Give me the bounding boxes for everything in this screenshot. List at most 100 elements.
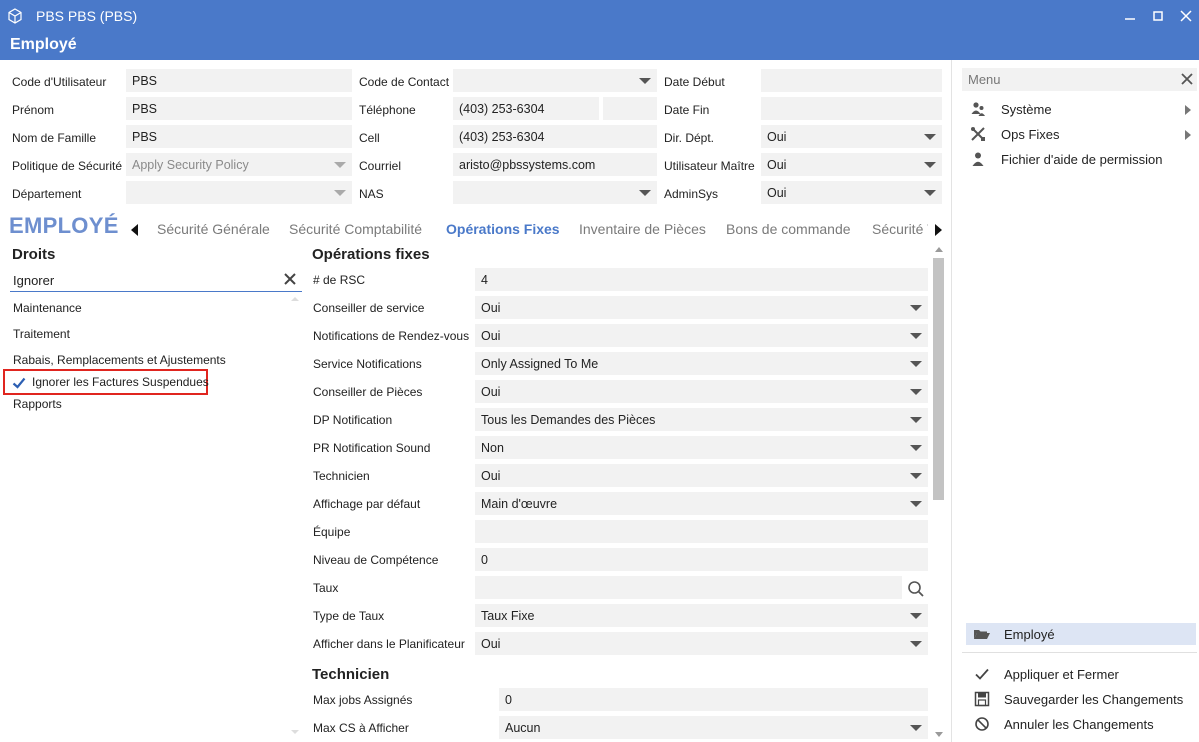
- rights-item-ignore-suspended[interactable]: Ignorer les Factures Suspendues: [3, 369, 209, 395]
- max-jobs-field[interactable]: 0: [499, 688, 928, 711]
- tab-scroll-right-icon[interactable]: [935, 224, 942, 236]
- menu-item-permission-help[interactable]: Fichier d'aide de permission: [968, 149, 1194, 171]
- phone-extension-field[interactable]: [603, 97, 657, 120]
- rate-type-dropdown[interactable]: Taux Fixe: [475, 604, 928, 627]
- nav-employee[interactable]: Employé: [966, 623, 1196, 645]
- skill-level-field[interactable]: 0: [475, 548, 928, 571]
- contact-code-label: Code de Contact: [359, 75, 450, 89]
- last-name-field[interactable]: PBS: [126, 125, 352, 148]
- pr-notification-sound-dropdown[interactable]: Non: [475, 436, 928, 459]
- first-name-field[interactable]: PBS: [126, 97, 352, 120]
- user-code-field[interactable]: PBS: [126, 69, 352, 92]
- email-field[interactable]: aristo@pbssystems.com: [453, 153, 657, 176]
- last-name-label: Nom de Famille: [12, 131, 97, 145]
- end-date-field[interactable]: [761, 97, 942, 120]
- service-notifications-label: Service Notifications: [313, 357, 422, 371]
- menu-header: Menu: [962, 68, 1197, 91]
- scroll-down-icon[interactable]: [934, 731, 944, 738]
- menu-title: Menu: [968, 72, 1001, 87]
- contact-code-dropdown[interactable]: [453, 69, 657, 92]
- minimize-button[interactable]: [1117, 5, 1143, 27]
- rsc-count-field[interactable]: 4: [475, 268, 928, 291]
- apply-close-button[interactable]: Appliquer et Fermer: [968, 664, 1194, 686]
- dp-notification-dropdown[interactable]: Tous les Demandes des Pièces: [475, 408, 928, 431]
- dept-director-dropdown[interactable]: Oui: [761, 125, 942, 148]
- menu-item-label: Fichier d'aide de permission: [1001, 152, 1163, 167]
- menu-item-system[interactable]: Système: [968, 99, 1194, 121]
- start-date-field[interactable]: [761, 69, 942, 92]
- scrollbar-thumb[interactable]: [933, 258, 944, 500]
- tab-accounting-security[interactable]: Sécurité Comptabilité: [289, 221, 422, 237]
- search-icon[interactable]: [907, 580, 925, 598]
- rights-search-input[interactable]: [10, 269, 270, 291]
- folder-open-icon: [974, 630, 990, 639]
- rights-item-reports[interactable]: Rapports: [13, 397, 62, 411]
- clear-search-icon[interactable]: [282, 271, 298, 287]
- tab-vehicle-security[interactable]: Sécurité V: [872, 221, 928, 237]
- adminsys-label: AdminSys: [664, 187, 719, 201]
- checkbox-checked-icon[interactable]: [12, 376, 26, 390]
- show-in-scheduler-dropdown[interactable]: Oui: [475, 632, 928, 655]
- chevron-down-icon: [910, 472, 922, 479]
- maximize-button[interactable]: [1145, 5, 1171, 27]
- chevron-down-icon: [910, 388, 922, 395]
- appointment-notifications-dropdown[interactable]: Oui: [475, 324, 928, 347]
- phone-field[interactable]: (403) 253-6304: [453, 97, 599, 120]
- default-display-dropdown[interactable]: Main d'œuvre: [475, 492, 928, 515]
- section-heading: EMPLOYÉ: [9, 213, 119, 238]
- chevron-down-icon: [924, 133, 936, 140]
- security-policy-dropdown[interactable]: Apply Security Policy: [126, 153, 352, 176]
- chevron-down-icon: [334, 161, 346, 168]
- service-advisor-dropdown[interactable]: Oui: [475, 296, 928, 319]
- rsc-count-label: # de RSC: [313, 273, 366, 287]
- technician-dropdown[interactable]: Oui: [475, 464, 928, 487]
- check-icon: [975, 668, 989, 680]
- department-dropdown[interactable]: [126, 181, 352, 204]
- cancel-changes-label: Annuler les Changements: [1004, 717, 1154, 732]
- chevron-down-icon: [910, 444, 922, 451]
- tab-general-security[interactable]: Sécurité Générale: [157, 221, 270, 237]
- team-label: Équipe: [313, 525, 351, 539]
- cancel-changes-button[interactable]: Annuler les Changements: [968, 714, 1194, 736]
- menu-item-fixed-ops[interactable]: Ops Fixes: [968, 124, 1194, 146]
- menu-item-label: Système: [1001, 102, 1052, 117]
- chevron-right-icon: [1185, 130, 1191, 140]
- nav-employee-label: Employé: [1004, 627, 1055, 642]
- rights-item-maintenance[interactable]: Maintenance: [13, 301, 82, 315]
- nas-dropdown[interactable]: [453, 181, 657, 204]
- form-title: Employé: [10, 36, 77, 53]
- chevron-down-icon: [924, 161, 936, 168]
- chevron-down-icon: [910, 640, 922, 647]
- close-menu-icon[interactable]: [1181, 73, 1193, 85]
- tab-scroll-left-icon[interactable]: [131, 224, 138, 236]
- scroll-down-icon[interactable]: [290, 729, 300, 735]
- chevron-right-icon: [1185, 105, 1191, 115]
- nas-label: NAS: [359, 187, 384, 201]
- cancel-icon: [975, 717, 989, 731]
- security-policy-label: Politique de Sécurité: [12, 159, 123, 173]
- rate-type-label: Type de Taux: [313, 609, 385, 623]
- master-user-dropdown[interactable]: Oui: [761, 153, 942, 176]
- email-label: Courriel: [359, 159, 402, 173]
- team-field[interactable]: [475, 520, 928, 543]
- adminsys-dropdown[interactable]: Oui: [761, 181, 942, 204]
- tab-parts-inventory[interactable]: Inventaire de Pièces: [579, 221, 706, 237]
- minimize-icon: [1125, 18, 1135, 20]
- rate-field[interactable]: [475, 576, 902, 599]
- tab-fixed-operations[interactable]: Opérations Fixes: [446, 221, 560, 237]
- rights-item-processing[interactable]: Traitement: [13, 327, 70, 341]
- max-cs-dropdown[interactable]: Aucun: [499, 716, 928, 739]
- cell-field[interactable]: (403) 253-6304: [453, 125, 657, 148]
- scroll-up-icon[interactable]: [934, 246, 944, 253]
- show-in-scheduler-label: Afficher dans le Planificateur: [313, 637, 465, 651]
- tab-purchase-orders[interactable]: Bons de commande: [726, 221, 851, 237]
- chevron-down-icon: [334, 189, 346, 196]
- scroll-up-icon[interactable]: [290, 296, 300, 302]
- users-icon: [971, 102, 985, 116]
- tools-icon: [971, 127, 985, 141]
- parts-advisor-dropdown[interactable]: Oui: [475, 380, 928, 403]
- save-changes-button[interactable]: Sauvegarder les Changements: [968, 689, 1194, 711]
- close-window-button[interactable]: [1173, 5, 1199, 27]
- rights-item-discounts[interactable]: Rabais, Remplacements et Ajustements: [13, 353, 226, 367]
- service-notifications-dropdown[interactable]: Only Assigned To Me: [475, 352, 928, 375]
